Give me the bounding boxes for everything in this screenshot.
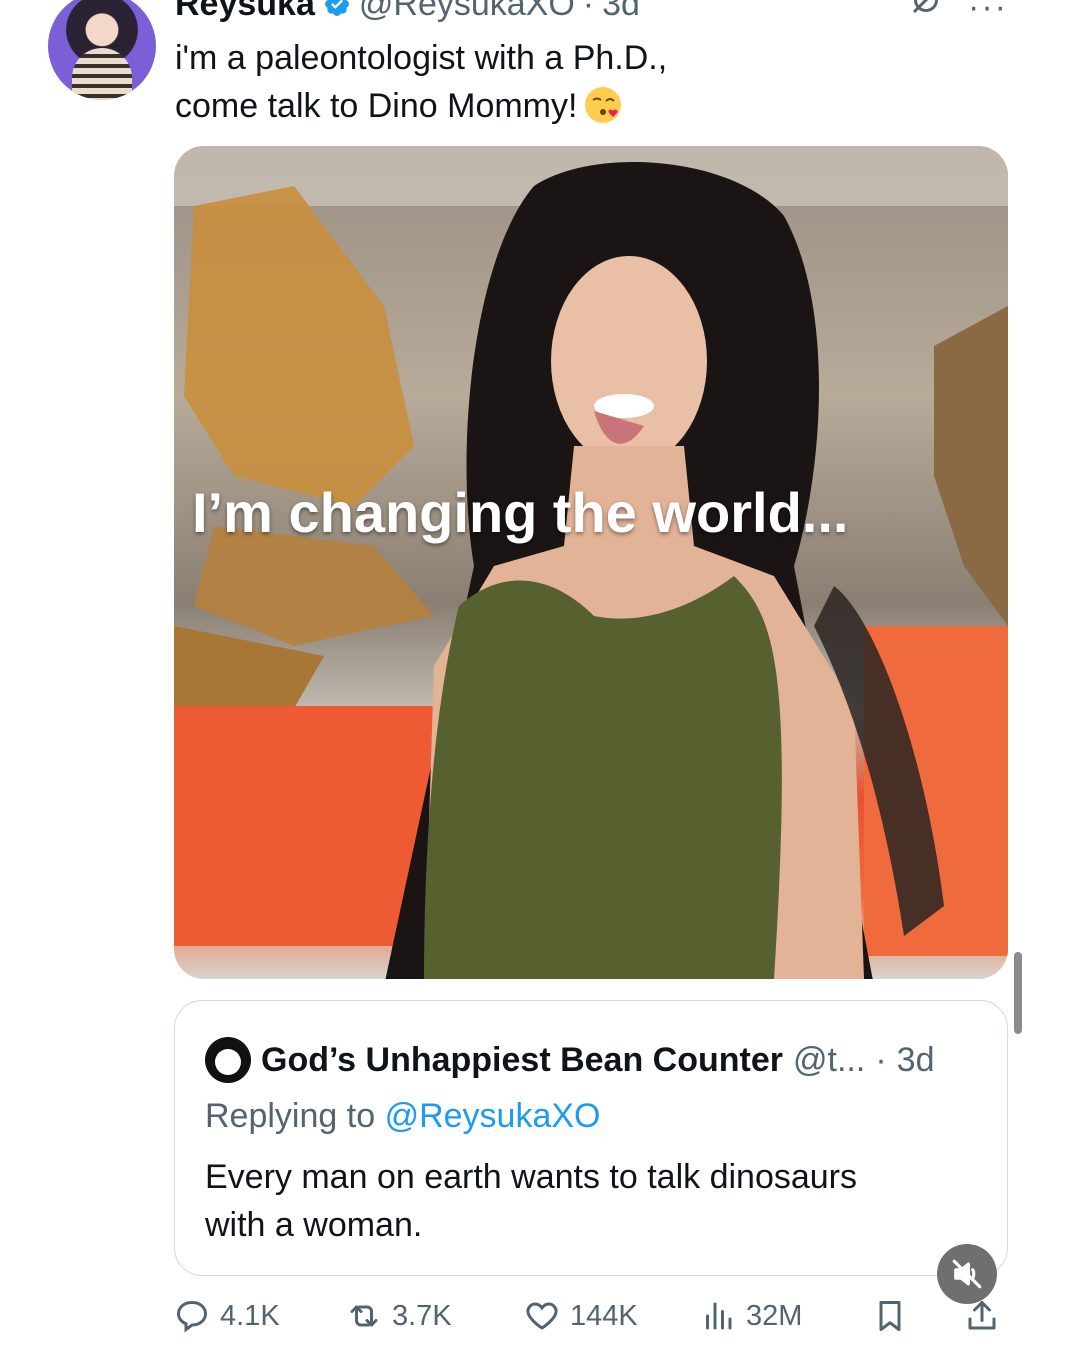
replying-prefix: Replying to bbox=[205, 1097, 376, 1135]
quoted-separator: · bbox=[875, 1040, 887, 1079]
quoted-tweet-text: Every man on earth wants to talk dinosau… bbox=[205, 1153, 965, 1249]
repost-action[interactable]: 3.7K bbox=[346, 1290, 452, 1342]
tweet-media-image[interactable]: I’m changing the world... bbox=[174, 146, 1008, 979]
media-illustration bbox=[174, 146, 1008, 979]
tweet-text: i'm a paleontologist with a Ph.D., come … bbox=[175, 34, 935, 130]
heart-icon bbox=[526, 1302, 558, 1330]
header-separator: · bbox=[582, 0, 595, 23]
scrollbar[interactable] bbox=[1014, 952, 1022, 1034]
bookmark-icon bbox=[879, 1301, 901, 1331]
tweet-text-line-2: come talk to Dino Mommy! bbox=[175, 82, 935, 130]
views-action[interactable]: 32M bbox=[700, 1290, 802, 1342]
tweet-action-bar: 4.1K 3.7K 144K 32M bbox=[174, 1290, 1014, 1342]
share-action[interactable] bbox=[964, 1290, 1000, 1342]
reply-icon bbox=[176, 1300, 208, 1333]
like-action[interactable]: 144K bbox=[524, 1290, 638, 1342]
tweet-header: Reysuka @ReysukaXO · 3d bbox=[175, 0, 640, 26]
views-count: 32M bbox=[746, 1299, 803, 1332]
reply-action[interactable]: 4.1K bbox=[174, 1290, 280, 1342]
quoted-text-line-1: Every man on earth wants to talk dinosau… bbox=[205, 1158, 857, 1196]
repost-count: 3.7K bbox=[392, 1299, 452, 1332]
quoted-tweet[interactable]: God’s Unhappiest Bean Counter @t... · 3d… bbox=[174, 1000, 1008, 1276]
muted-speaker-icon bbox=[952, 1259, 982, 1289]
quoted-timestamp: 3d bbox=[896, 1040, 935, 1079]
author-display-name[interactable]: Reysuka bbox=[175, 0, 315, 24]
more-icon[interactable]: ··· bbox=[968, 0, 1008, 24]
author-handle[interactable]: @ReysukaXO bbox=[359, 0, 575, 24]
quoted-author-handle[interactable]: @t... bbox=[793, 1041, 865, 1080]
share-icon bbox=[968, 1301, 996, 1330]
tweet-timestamp[interactable]: 3d bbox=[602, 0, 640, 24]
bookmark-action[interactable] bbox=[872, 1290, 908, 1342]
media-caption-overlay: I’m changing the world... bbox=[192, 481, 849, 544]
author-avatar[interactable] bbox=[48, 0, 156, 100]
quoted-text-line-2: with a woman. bbox=[205, 1206, 423, 1244]
repost-icon bbox=[350, 1305, 378, 1327]
tweet-text-line-2-content: come talk to Dino Mommy! bbox=[175, 87, 578, 125]
face-blowing-kiss-emoji bbox=[585, 87, 622, 124]
quoted-author-avatar[interactable] bbox=[205, 1037, 251, 1083]
reply-count: 4.1K bbox=[220, 1299, 280, 1332]
tweet-text-line-1: i'm a paleontologist with a Ph.D., bbox=[175, 39, 668, 77]
replying-to-line: Replying to @ReysukaXO bbox=[205, 1097, 600, 1136]
replying-to-mention[interactable]: @ReysukaXO bbox=[385, 1097, 601, 1135]
quoted-tweet-header: God’s Unhappiest Bean Counter @t... · 3d bbox=[205, 1037, 934, 1083]
grok-icon[interactable] bbox=[908, 0, 944, 18]
like-count: 144K bbox=[570, 1299, 638, 1332]
verified-badge-icon bbox=[324, 0, 349, 16]
quoted-author-name[interactable]: God’s Unhappiest Bean Counter bbox=[261, 1041, 783, 1080]
views-chart-icon bbox=[706, 1302, 732, 1330]
